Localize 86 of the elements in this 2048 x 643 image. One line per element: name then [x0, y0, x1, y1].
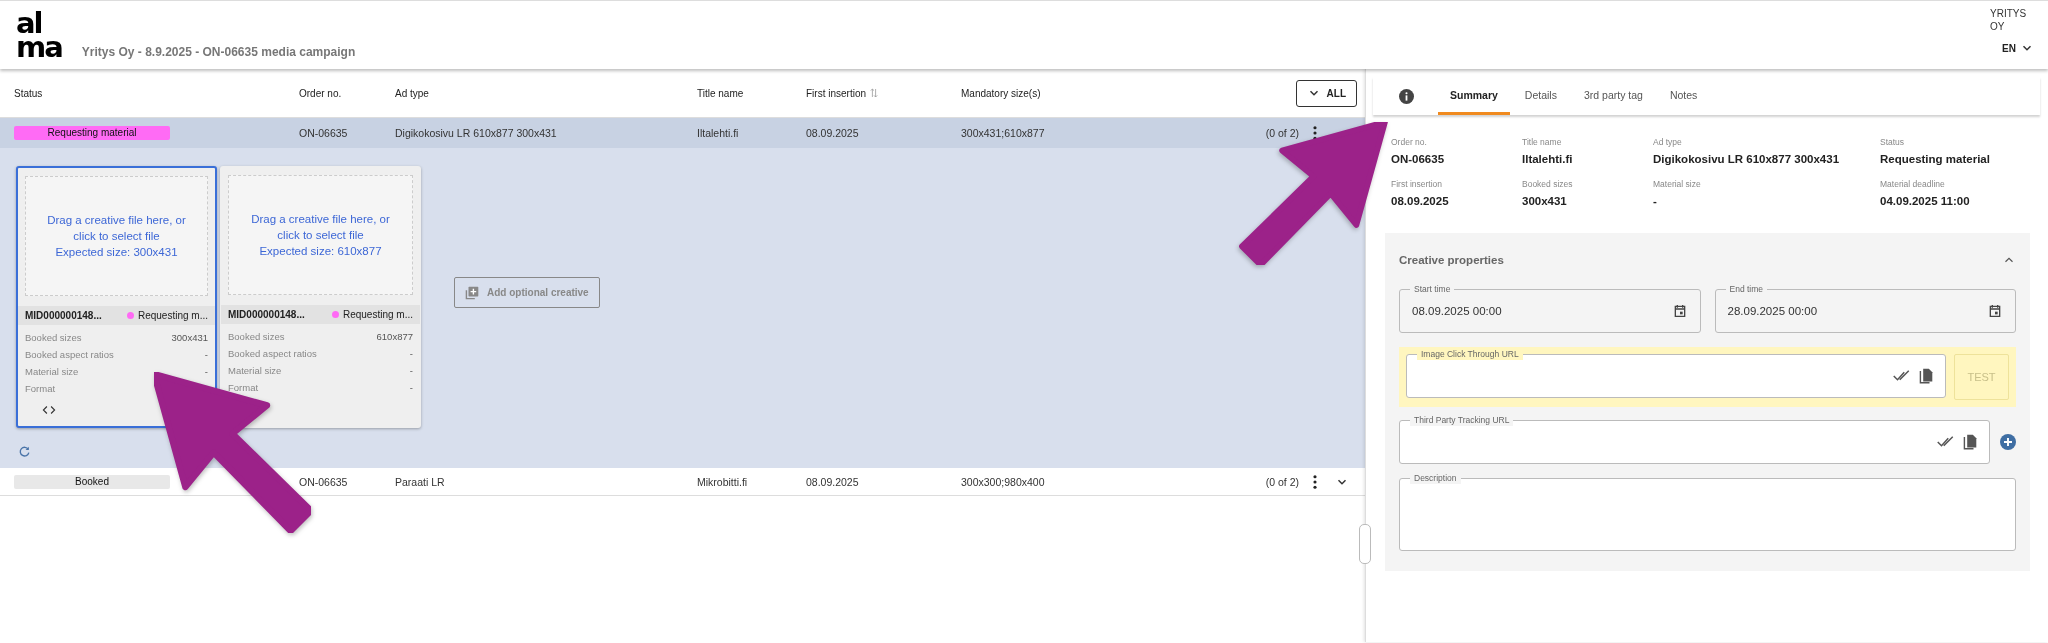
creative-status: Requesting m...	[342, 309, 413, 320]
field-value: -	[1653, 195, 1658, 207]
field-label: Material size	[1653, 179, 1702, 189]
creative-id: MID000000148...	[25, 310, 103, 321]
more-options-icon[interactable]	[1313, 474, 1317, 489]
field-label: Ad type	[1653, 137, 1683, 147]
column-header[interactable]: Order no.	[299, 87, 395, 99]
field-label: Material deadline	[1880, 179, 1946, 189]
drop-hint: Drag a creative file here, or click to select file	[250, 212, 391, 243]
property-label: Booked aspect ratios	[25, 349, 114, 360]
property-value: 300x431	[171, 332, 208, 343]
field-value: 08.09.2025	[1391, 195, 1450, 207]
page-title: Yritys Oy - 8.9.2025 - ON-06635 media campaign	[81, 45, 356, 59]
drop-hint: Drag a creative file here, or click to select file	[46, 213, 187, 244]
table-cell-text: ON-06635	[299, 475, 349, 488]
info-icon[interactable]	[1399, 88, 1414, 104]
property-label: Material size	[228, 365, 282, 376]
field-label: Status	[1880, 137, 1906, 147]
creative-card[interactable]: Drag a creative file here, or click to select file Expected size: 300x431 MID000000148... Requesting m... Booked sizes 300x431 Booked aspect ratios - Material size - Format	[16, 166, 217, 428]
copy-icon[interactable]	[1963, 433, 1977, 451]
property-value: 610x877	[376, 331, 413, 342]
copy-icon[interactable]	[1919, 367, 1933, 385]
creative-card[interactable]: Drag a creative file here, or click to select file Expected size: 610x877 MID000000148... Requesting m... Booked sizes 610x877 Booked aspect ratios - Material size - Format -	[220, 166, 421, 428]
more-options-icon[interactable]	[1313, 126, 1317, 140]
property-value: -	[204, 349, 208, 360]
column-header[interactable]: First insertion	[806, 87, 866, 99]
expected-size: Expected size: 300x431	[55, 245, 178, 260]
table-cell-text: Paraati LR	[395, 475, 446, 488]
field-value: 04.09.2025 11:00	[1880, 195, 1971, 207]
table-cell-text: 300x431;610x877	[961, 127, 1046, 139]
language-selector[interactable]: EN	[2002, 41, 2034, 55]
tab[interactable]: Details	[1512, 77, 1569, 115]
property-value: -	[409, 382, 413, 393]
field-value: Requesting material	[1880, 153, 1991, 165]
property-label: Booked sizes	[228, 331, 285, 342]
property-value: -	[409, 365, 413, 376]
drop-zone[interactable]: Drag a creative file here, or click to select file Expected size: 610x877	[228, 175, 413, 295]
field-label: Order no.	[1391, 137, 1428, 147]
property-value: -	[204, 366, 208, 377]
column-header[interactable]: Title name	[697, 87, 806, 99]
property-value: -	[409, 348, 413, 359]
tab[interactable]: 3rd party tag	[1571, 77, 1655, 115]
status-badge: Booked	[14, 474, 170, 489]
company-name: YRITYS OY	[1990, 7, 2028, 33]
resize-handle[interactable]	[1359, 524, 1371, 564]
field-value: Iltalehti.fi	[1522, 153, 1574, 165]
table-cell-text: ON-06635	[299, 127, 349, 139]
table-cell-text: 08.09.2025	[806, 127, 860, 139]
table-cell-text: Iltalehti.fi	[697, 127, 740, 139]
table-cell-text: 08.09.2025	[806, 475, 860, 488]
column-header[interactable]: Status	[14, 87, 299, 99]
logo: al ma	[16, 5, 62, 66]
creative-status: Requesting m...	[137, 310, 208, 321]
field-value: Digikokosivu LR 610x877 300x431	[1653, 153, 1841, 165]
property-label: Booked aspect ratios	[228, 348, 317, 359]
creative-id: MID000000148...	[228, 309, 306, 320]
refresh-icon[interactable]	[18, 445, 31, 458]
double-check-icon[interactable]	[1893, 370, 1911, 382]
property-label: Format	[25, 383, 56, 394]
expected-size: Expected size: 610x877	[259, 244, 382, 259]
field-value: ON-06635	[1391, 153, 1446, 165]
field-label: Booked sizes	[1522, 179, 1574, 189]
column-header[interactable]: Mandatory size(s)	[961, 87, 1223, 99]
creative-count: (0 of 2)	[1265, 475, 1300, 488]
filter-all-button[interactable]: ALL	[1295, 79, 1357, 107]
creative-count: (0 of 2)	[1265, 127, 1300, 139]
field-label: Title name	[1522, 137, 1563, 147]
property-label: Material size	[25, 366, 79, 377]
table-cell-text: 300x300;980x400	[961, 475, 1046, 488]
add-image-icon	[465, 285, 479, 300]
property-label: Format	[228, 382, 259, 393]
section-title: Creative properties	[1399, 254, 1504, 266]
table-cell-text: Mikrobitti.fi	[697, 475, 749, 488]
field-label: First insertion	[1391, 179, 1443, 189]
tab[interactable]: Notes	[1657, 77, 1710, 115]
table-cell-text: Digikokosivu LR 610x877 300x431	[395, 127, 558, 139]
column-header[interactable]: Ad type	[395, 87, 697, 99]
status-badge: Requesting material	[14, 126, 170, 140]
drop-zone[interactable]: Drag a creative file here, or click to select file Expected size: 300x431	[25, 176, 208, 296]
tab[interactable]: Summary	[1438, 77, 1510, 115]
double-check-icon[interactable]	[1937, 436, 1955, 448]
chevrons-icon[interactable]	[42, 405, 56, 415]
add-circle-icon[interactable]	[2000, 434, 2016, 450]
property-label: Booked sizes	[25, 332, 82, 343]
calendar-icon[interactable]	[1987, 303, 2003, 319]
field-value: 300x431	[1522, 195, 1568, 207]
